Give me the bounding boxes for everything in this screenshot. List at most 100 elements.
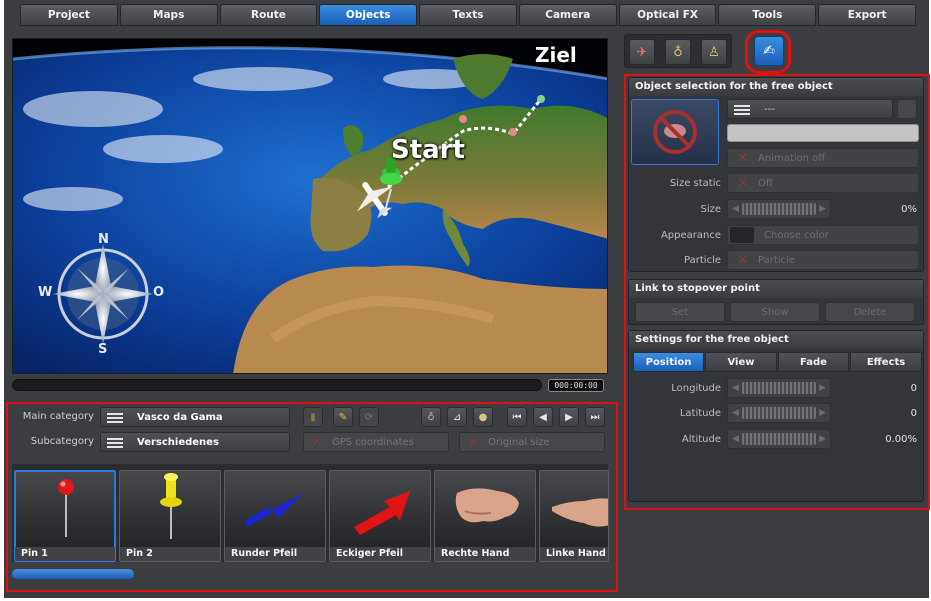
tab-route[interactable]: Route (219, 4, 318, 26)
object-name-field[interactable] (727, 124, 919, 142)
particle-toggle[interactable]: ✕ Particle (727, 250, 919, 270)
gallery-tile-linke-hand[interactable]: Linke Hand (539, 470, 609, 562)
particle-label: Particle (684, 255, 721, 266)
skip-forward-button[interactable]: ⏭ (585, 407, 605, 427)
slider-right-arrow-icon: ▶ (819, 204, 826, 214)
main-category-label: Main category (22, 411, 94, 422)
list-icon (734, 103, 750, 116)
timecode-display: 000:00:00 (548, 379, 604, 392)
gps-coordinates-button[interactable]: ✕ GPS coordinates (303, 432, 449, 452)
stopover-section: Link to stopover point Set Show Delete (628, 279, 924, 325)
gallery-tile-label: Runder Pfeil (225, 547, 325, 561)
object-select-value: --- (764, 103, 775, 115)
altitude-value: 0.00% (885, 434, 917, 445)
size-label: Size (700, 204, 721, 215)
tab-fade[interactable]: Fade (778, 352, 849, 372)
animation-toggle[interactable]: ✕ Animation off (727, 148, 919, 168)
red-pin-icon (58, 479, 74, 537)
main-tab-bar: Project Maps Route Objects Texts Camera … (20, 4, 918, 26)
color-swatch (730, 227, 754, 243)
slider-left-arrow-icon: ◀ (732, 434, 739, 444)
show-stopover-button[interactable]: Show (730, 302, 820, 322)
tab-objects[interactable]: Objects (319, 4, 418, 26)
tab-position[interactable]: Position (633, 352, 704, 372)
gallery-scrollbar[interactable] (12, 569, 134, 579)
no-object-icon (653, 110, 697, 154)
main-category-value: Vasco da Gama (137, 411, 223, 423)
list-icon (107, 411, 123, 424)
gallery-tile-pin-2[interactable]: Pin 2 (119, 470, 221, 562)
figure-object-button[interactable]: ♙ (701, 39, 727, 65)
tab-export[interactable]: Export (818, 4, 917, 26)
tab-effects[interactable]: Effects (850, 352, 922, 372)
appearance-color-picker[interactable]: Choose color (727, 225, 919, 245)
pointer-pin-icon: ✍ (763, 43, 775, 59)
step-back-button[interactable]: ◀ (533, 407, 553, 427)
measure-button[interactable]: ⊿ (447, 407, 467, 427)
gallery-tile-runder-pfeil[interactable]: Runder Pfeil (224, 470, 326, 562)
map-label-ziel: Ziel (535, 43, 577, 67)
appearance-label: Appearance (660, 230, 721, 241)
longitude-value: 0 (910, 383, 917, 394)
globe-map-graphic (13, 39, 607, 373)
tab-camera[interactable]: Camera (518, 4, 617, 26)
right-hand-icon (455, 488, 519, 523)
size-value: 0% (901, 204, 917, 215)
size-static-label: Size static (669, 178, 721, 189)
gallery-tile-pin-1[interactable]: Pin 1 (14, 470, 116, 562)
rotate-object-button[interactable]: ⟳ (359, 407, 379, 427)
longitude-label: Longitude (671, 383, 721, 394)
tab-texts[interactable]: Texts (419, 4, 517, 26)
pin-object-button[interactable]: ♁ (665, 39, 691, 65)
delete-stopover-button[interactable]: Delete (825, 302, 915, 322)
tab-maps[interactable]: Maps (119, 4, 218, 26)
altitude-slider[interactable]: ◀ ▶ (727, 429, 831, 449)
tab-optical-fx[interactable]: Optical FX (618, 4, 717, 26)
pin-tool-button[interactable]: ▮ (303, 407, 323, 427)
map-label-start: Start (391, 135, 465, 165)
altitude-label: Altitude (681, 434, 721, 445)
globe-button[interactable]: ● (473, 407, 493, 427)
skip-back-button[interactable]: ⏮ (507, 407, 527, 427)
slider-left-arrow-icon: ◀ (732, 383, 739, 393)
object-selection-title: Object selection for the free object (629, 78, 923, 96)
settings-title: Settings for the free object (629, 331, 923, 349)
tab-view[interactable]: View (705, 352, 777, 372)
disabled-x-icon: ✕ (737, 175, 749, 191)
pin-icon: ♁ (673, 44, 683, 60)
slider-left-arrow-icon: ◀ (732, 204, 739, 214)
disabled-x-icon: ✕ (737, 252, 749, 268)
pin-place-button[interactable]: ♁ (421, 407, 441, 427)
compass-o-label: O (153, 285, 165, 300)
timeline-scrubber[interactable] (12, 379, 542, 391)
free-object-button[interactable]: ✍ (754, 36, 784, 66)
step-forward-button[interactable]: ▶ (559, 407, 579, 427)
gallery-tile-eckiger-pfeil[interactable]: Eckiger Pfeil (329, 470, 431, 562)
original-size-button[interactable]: ✕ Original size (459, 432, 605, 452)
object-preview[interactable] (631, 99, 719, 165)
object-select[interactable]: --- (727, 99, 893, 119)
edit-object-button[interactable]: ✎ (333, 407, 353, 427)
object-selection-section: Object selection for the free object ---… (628, 77, 924, 272)
compass-w-label: W (38, 285, 53, 300)
compass-n-label: N (98, 232, 109, 247)
airplane-object-button[interactable]: ✈ (629, 39, 655, 65)
subcategory-select[interactable]: Verschiedenes (100, 432, 290, 452)
main-category-select[interactable]: Vasco da Gama (100, 407, 290, 427)
longitude-slider[interactable]: ◀ ▶ (727, 378, 831, 398)
object-options-button[interactable] (897, 99, 917, 119)
subcategory-value: Verschiedenes (137, 436, 219, 448)
settings-section: Settings for the free object Position Vi… (628, 330, 924, 502)
disabled-x-icon: ✕ (467, 434, 479, 450)
gallery-tile-rechte-hand[interactable]: Rechte Hand (434, 470, 536, 562)
set-stopover-button[interactable]: Set (635, 302, 725, 322)
tab-tools[interactable]: Tools (718, 4, 817, 26)
map-viewport[interactable]: Start Ziel N S W O (12, 38, 608, 374)
slider-right-arrow-icon: ▶ (819, 434, 826, 444)
size-static-toggle[interactable]: ✕ Off (727, 173, 919, 193)
tab-project[interactable]: Project (20, 4, 118, 26)
gallery-tile-label: Pin 2 (120, 547, 220, 561)
object-gallery: Pin 1 Pin 2 Runder Pfeil Eckiger Pfeil R… (12, 464, 609, 562)
latitude-slider[interactable]: ◀ ▶ (727, 403, 831, 423)
size-slider[interactable]: ◀ ▶ (727, 199, 831, 219)
